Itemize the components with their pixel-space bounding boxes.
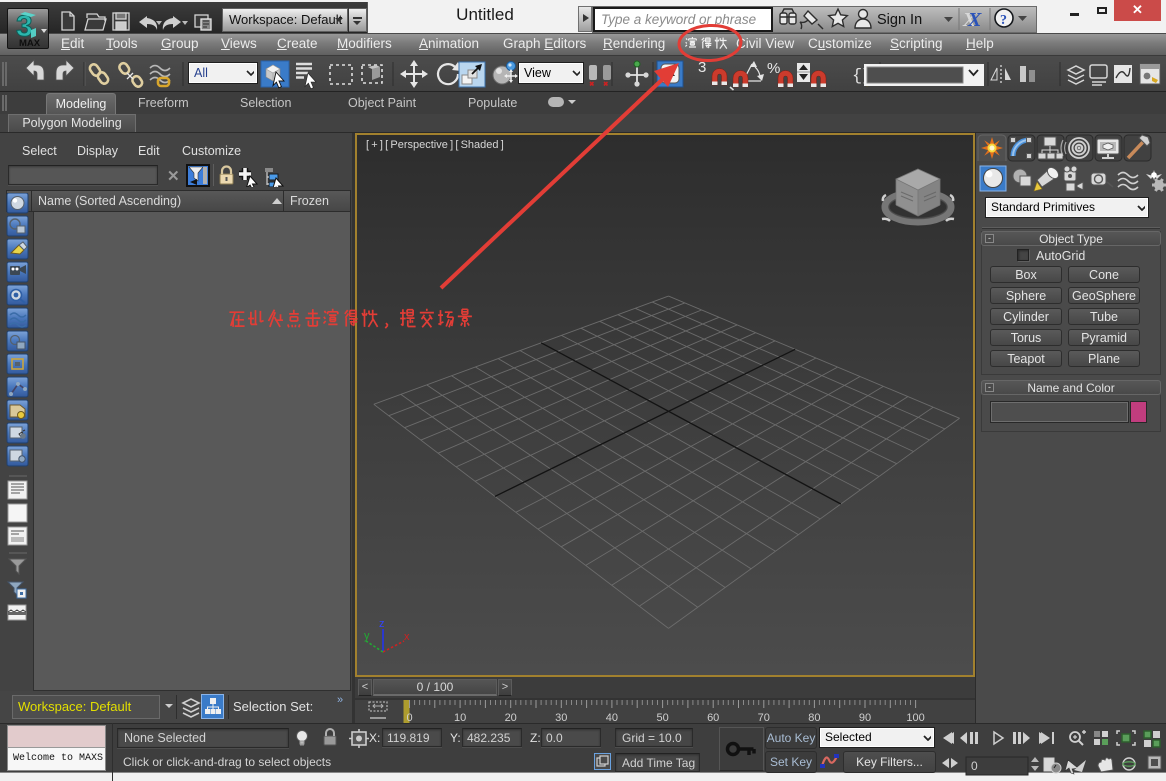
svg-text:?: ? (1000, 13, 1007, 28)
svg-text:z: z (379, 618, 385, 630)
svg-text:3: 3 (698, 59, 706, 76)
svg-text:%: % (767, 60, 780, 77)
svg-text:0: 0 (971, 759, 978, 773)
svg-text:MAX: MAX (19, 38, 41, 48)
svg-text:y: y (364, 630, 370, 642)
svg-text:X: X (967, 9, 982, 31)
svg-text:x: x (404, 631, 410, 643)
svg-text:Sign In: Sign In (877, 12, 922, 28)
